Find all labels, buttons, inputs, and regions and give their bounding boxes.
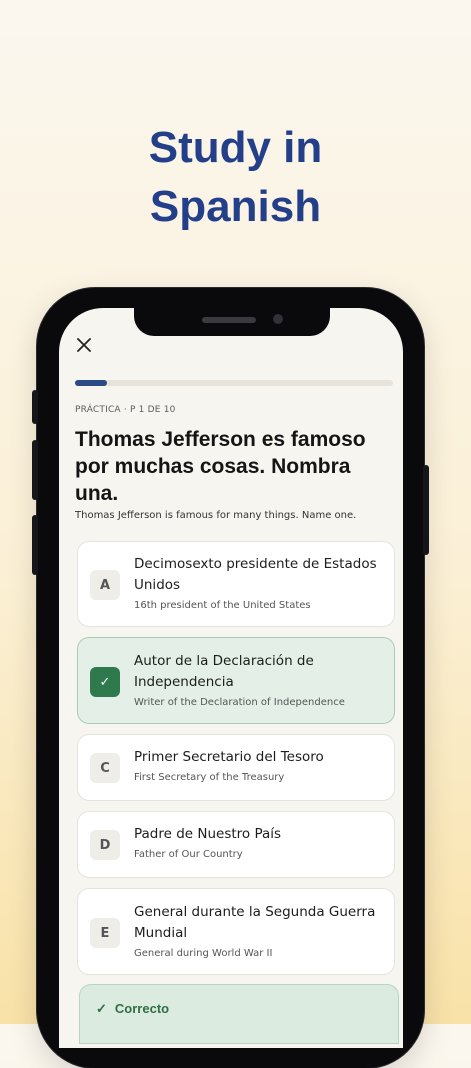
phone-screen: PRÁCTICA · P 1 DE 10 Thomas Jefferson es…: [59, 308, 403, 1048]
option-subtitle: Father of Our Country: [134, 849, 243, 860]
phone-side-button: [32, 390, 38, 424]
question-counter: PRÁCTICA · P 1 DE 10: [75, 405, 176, 415]
headline-line-2: Spanish: [149, 182, 322, 231]
option-title: Primer Secretario del Tesoro: [134, 749, 324, 765]
question-text: Thomas Jefferson es famoso por muchas co…: [75, 428, 366, 505]
option-b[interactable]: ✓ Autor de la Declaración de Independenc…: [77, 637, 395, 724]
option-subtitle: First Secretary of the Treasury: [134, 772, 285, 783]
option-letter-badge: D: [90, 830, 120, 860]
check-icon: ✓: [96, 1001, 107, 1016]
speaker-grille: [202, 317, 256, 323]
option-title: Autor de la Declaración de Independencia: [134, 653, 314, 690]
option-title: Padre de Nuestro País: [134, 826, 282, 842]
option-subtitle: General during World War II: [134, 948, 273, 959]
headline-line-1: Study in: [148, 123, 323, 172]
option-title: Decimosexto presidente de Estados Unidos: [134, 556, 377, 593]
phone-power-button: [423, 465, 429, 555]
quiz-progress-bar: [75, 380, 393, 386]
option-c[interactable]: C Primer Secretario del Tesoro First Sec…: [77, 734, 395, 801]
option-title: General durante la Segunda Guerra Mundia…: [134, 904, 376, 941]
camera-icon: [273, 314, 283, 324]
option-letter-badge: C: [90, 753, 120, 783]
phone-side-button: [32, 515, 38, 575]
option-letter-badge: A: [90, 570, 120, 600]
option-e[interactable]: E General durante la Segunda Guerra Mund…: [77, 888, 395, 975]
phone-side-button: [32, 440, 38, 500]
option-d[interactable]: D Padre de Nuestro País Father of Our Co…: [77, 811, 395, 878]
close-icon[interactable]: [75, 336, 93, 354]
feedback-panel: ✓ Correcto: [79, 984, 399, 1044]
check-icon: ✓: [90, 667, 120, 697]
option-a[interactable]: A Decimosexto presidente de Estados Unid…: [77, 541, 395, 627]
option-subtitle: 16th president of the United States: [134, 600, 311, 611]
feedback-label: Correcto: [114, 1001, 170, 1016]
question-translation: Thomas Jefferson is famous for many thin…: [75, 510, 357, 521]
option-letter-badge: E: [90, 918, 120, 948]
progress-fill: [75, 380, 107, 386]
phone-notch: [134, 308, 330, 336]
promo-headline: Study in Spanish: [0, 118, 471, 236]
option-subtitle: Writer of the Declaration of Independenc…: [134, 697, 345, 708]
